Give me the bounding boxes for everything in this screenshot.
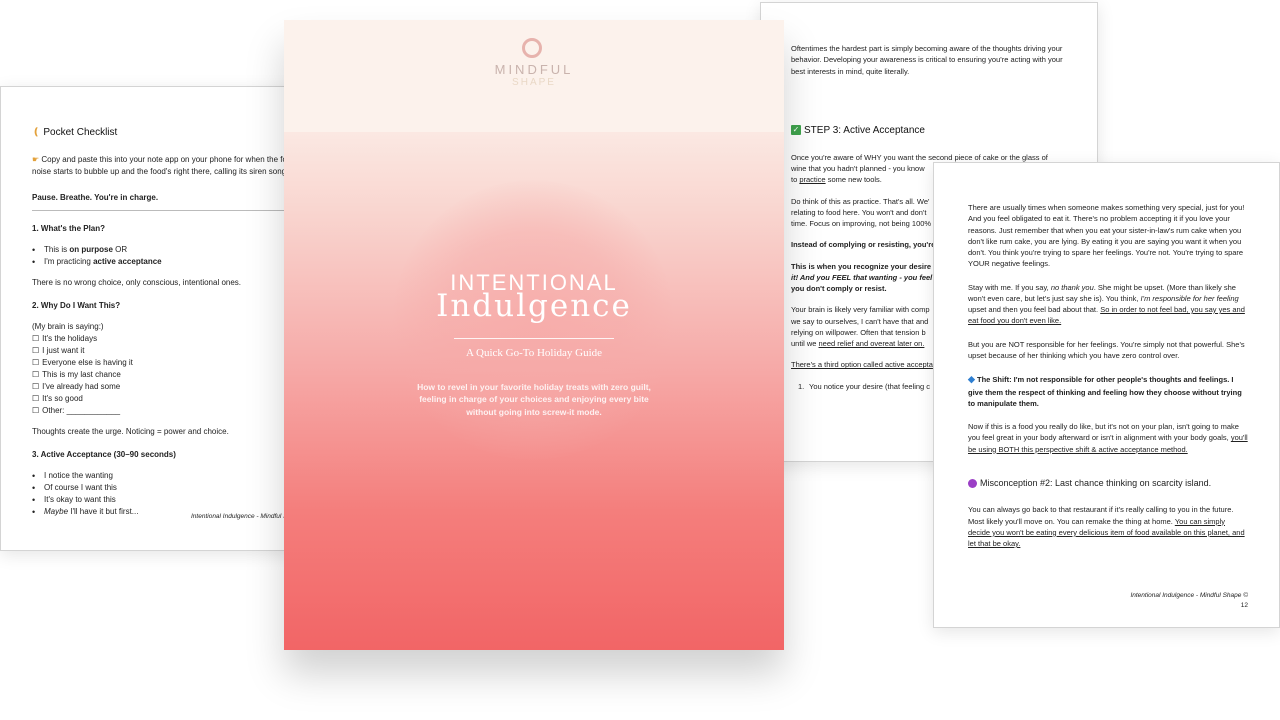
shift-callout: ◆ The Shift: I'm not responsible for oth…: [968, 374, 1242, 408]
page-footer: Intentional Indulgence - Mindful S: [191, 513, 288, 520]
step-title: STEP 3: Active Acceptance: [804, 124, 925, 136]
intro-line-1: Copy and paste this into your note app o…: [41, 155, 287, 164]
list-item: It's okay to want this: [32, 494, 299, 508]
check-item: ☐ I've already had some: [32, 382, 121, 391]
list-item: I'm practicing active acceptance: [32, 256, 299, 270]
divider: [32, 210, 299, 211]
paragraph: You can always go back to that restauran…: [968, 505, 1245, 548]
purple-circle-icon: [968, 479, 977, 488]
step-heading: ✓ STEP 3: Active Acceptance: [791, 123, 1097, 138]
brain-saying-text: (My brain is saying:): [32, 322, 104, 331]
page-number: 12: [1240, 601, 1248, 609]
section-plan-heading: 1. What's the Plan?: [32, 224, 106, 233]
misconception-heading: Misconception #2: Last chance thinking o…: [968, 477, 1279, 491]
paragraph: Now if this is a food you really do like…: [968, 422, 1248, 454]
check-item: ☐ It's the holidays: [32, 334, 98, 343]
why-checklist: ☐ It's the holidays ☐ I just want it ☐ Ever…: [32, 333, 299, 417]
checkbox-icon: ☐: [32, 346, 40, 355]
list-item: I notice the wanting: [32, 470, 299, 484]
relief-link: need relief and overeat later on.: [818, 339, 925, 348]
page-footer: Intentional Indulgence - Mindful Shape ©…: [1128, 591, 1248, 611]
cover-description: How to revel in your favorite holiday tr…: [417, 382, 651, 417]
plan-list: This is on purpose OR I'm practicing act…: [32, 244, 299, 270]
check-item: ☐ It's so good: [32, 394, 83, 403]
paragraph: There are usually times when someone mak…: [968, 203, 1245, 269]
hand-icon: ❪: [32, 127, 41, 138]
cover-subtitle: A Quick Go-To Holiday Guide: [465, 347, 603, 359]
title-divider: [454, 338, 614, 339]
thoughts-text: Thoughts create the urge. Noticing = pow…: [32, 427, 229, 436]
checkbox-icon: ☐: [32, 370, 40, 379]
brand-name-2: SHAPE: [512, 77, 556, 88]
brand-name: MINDFUL: [494, 62, 574, 77]
section-acceptance-heading: 3. Active Acceptance (30–90 seconds): [32, 450, 176, 459]
paragraph: But you are NOT responsible for her feel…: [968, 339, 1245, 360]
intro-line-2: noise starts to bubble up and the food's…: [32, 167, 289, 176]
section-why-heading: 2. Why Do I Want This?: [32, 301, 121, 310]
check-item: ☐ This is my last chance: [32, 370, 121, 379]
intro-paragraph: Oftentimes the hardest part is simply be…: [791, 44, 1063, 76]
checkbox-icon: ☐: [32, 406, 40, 415]
practice-link: practice: [799, 175, 826, 185]
ring-logo-icon: [522, 38, 542, 58]
list-item: This is on purpose OR: [32, 244, 299, 258]
cover-title-line-2: Indulgence: [436, 288, 632, 324]
check-item: ☐ Everyone else is having it: [32, 358, 133, 367]
paragraph: Stay with me. If you say, no thank you. …: [968, 282, 1245, 326]
checklist-heading: ❪ Pocket Checklist: [32, 125, 299, 140]
checkbox-icon: ☐: [32, 358, 40, 367]
acceptance-list: I notice the wanting Of course I want th…: [32, 470, 299, 520]
checkbox-icon: ☐: [32, 382, 40, 391]
no-wrong-text: There is no wrong choice, only conscious…: [32, 278, 242, 287]
checklist-page: ❪ Pocket Checklist ☛ Copy and paste this…: [0, 86, 300, 551]
checkbox-icon: ☐: [32, 394, 40, 403]
blue-diamond-icon: ◆: [968, 374, 975, 384]
shift-page: There are usually times when someone mak…: [933, 162, 1280, 628]
pause-text: Pause. Breathe. You're in charge.: [32, 193, 159, 202]
pointing-finger-icon: ☛: [32, 155, 40, 164]
check-mark-icon: ✓: [791, 125, 801, 136]
check-item: ☐ Other: ____________: [32, 406, 121, 415]
check-item: ☐ I just want it: [32, 346, 85, 355]
list-item: Of course I want this: [32, 482, 299, 496]
checklist-intro: ☛ Copy and paste this into your note app…: [32, 154, 299, 178]
ebook-cover: MINDFUL SHAPE INTENTIONAL Indulgence A Q…: [284, 20, 784, 650]
checklist-title: Pocket Checklist: [43, 127, 118, 138]
checkbox-icon: ☐: [32, 334, 40, 343]
